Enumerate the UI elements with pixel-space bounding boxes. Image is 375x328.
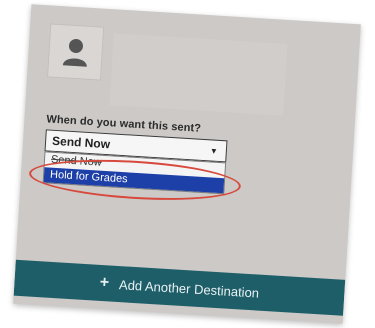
user-silhouette-icon <box>62 39 87 67</box>
plus-icon: + <box>99 273 110 292</box>
destination-card: When do you want this sent? Send Now ▼ S… <box>13 4 361 324</box>
send-timing-selected-value: Send Now <box>51 133 111 152</box>
avatar <box>47 23 105 81</box>
add-destination-label: Add Another Destination <box>118 276 260 301</box>
add-another-destination-button[interactable]: + Add Another Destination <box>13 259 346 316</box>
chevron-down-icon[interactable]: ▼ <box>210 146 218 155</box>
recipient-info-placeholder <box>109 33 288 116</box>
